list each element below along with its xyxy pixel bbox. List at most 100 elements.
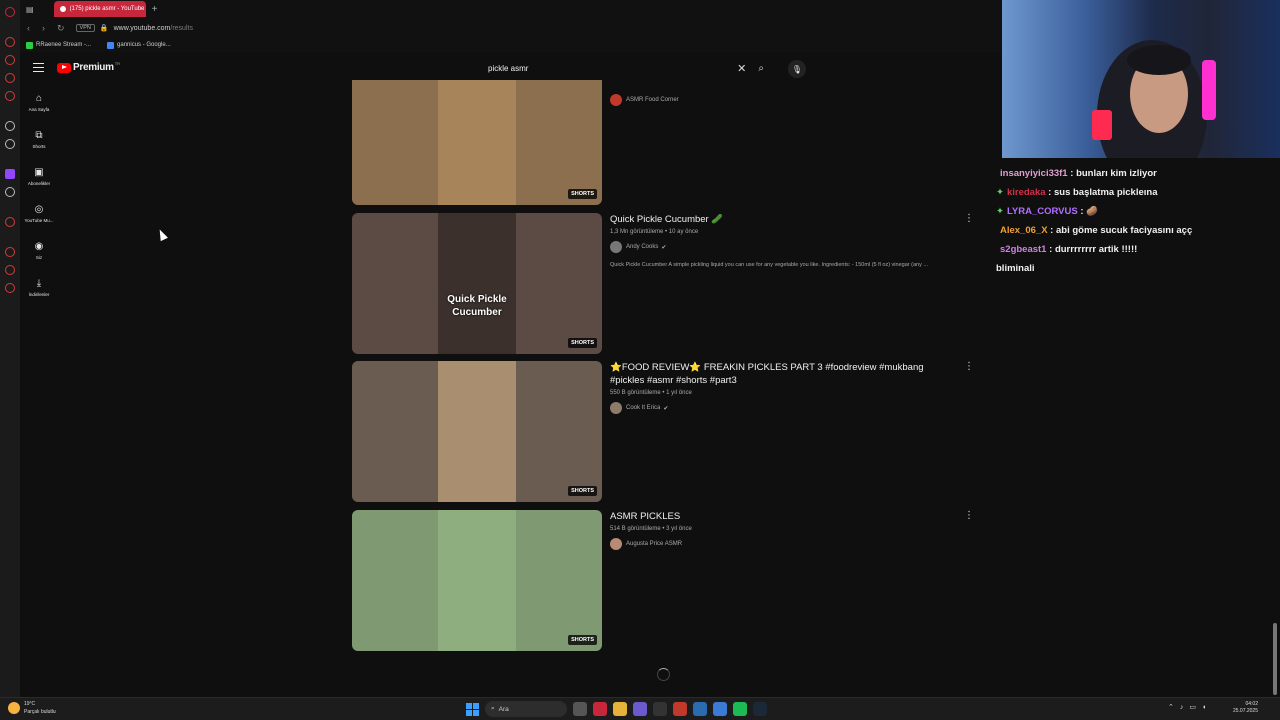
new-tab-button[interactable]: +: [152, 4, 158, 15]
bookmark-favicon-icon: [107, 41, 115, 49]
tab-title: (175) pickle asmr - YouTube: [69, 6, 145, 12]
video-meta: Quick Pickle Cucumber 🥒 1,3 Mn görüntülem…: [610, 213, 960, 268]
chat-username: Alex_06_X: [1000, 225, 1048, 236]
task-view-icon[interactable]: [573, 702, 587, 716]
more-actions-icon[interactable]: ⋮: [964, 510, 974, 521]
twitch-icon[interactable]: [5, 169, 15, 179]
windows-start-icon[interactable]: [466, 702, 479, 716]
sub-badge-icon: ✦: [996, 187, 1004, 198]
menu-icon[interactable]: [33, 63, 44, 72]
chat-username: s2gbeast1: [1000, 244, 1047, 255]
video-result[interactable]: Quick Pickle Cucumber SHORTS Quick Pickle …: [352, 213, 982, 354]
app-icon[interactable]: [713, 702, 727, 716]
reload-icon[interactable]: ↻: [57, 23, 65, 34]
taskbar-search[interactable]: ⌕ Ara: [485, 701, 567, 717]
browser-tab[interactable]: (175) pickle asmr - YouTube: [53, 1, 146, 17]
bookmark-item[interactable]: RRaenee Stream -...: [26, 41, 91, 49]
channel-row[interactable]: ASMR Food Corner: [610, 94, 960, 106]
guide-item[interactable]: ⌂ Ana Sayfa: [20, 84, 58, 121]
more-actions-icon[interactable]: ⋮: [964, 213, 974, 224]
back-icon[interactable]: ‹: [27, 23, 30, 33]
video-thumbnail[interactable]: SHORTS: [352, 361, 602, 502]
url-path[interactable]: /results: [170, 25, 193, 32]
app-icon[interactable]: [693, 702, 707, 716]
search-input[interactable]: pickle asmr: [488, 64, 737, 73]
video-title[interactable]: Quick Pickle Cucumber 🥒: [610, 213, 960, 226]
avatar[interactable]: [610, 402, 622, 414]
guide-item[interactable]: ◎ YouTube Mu...: [20, 195, 58, 232]
chevron-up-icon[interactable]: ⌃: [1168, 703, 1174, 711]
microphone-icon[interactable]: 🎙: [788, 60, 806, 78]
video-thumbnail[interactable]: Quick Pickle Cucumber SHORTS: [352, 213, 602, 354]
channel-name[interactable]: Augusta Price ASMR: [626, 541, 682, 547]
windows-taskbar: 19°C Parçalı bulutlu ⌕ Ara ⌃ ♪ ▭ ◖ 04:02 …: [0, 697, 1280, 720]
youtube-premium-logo[interactable]: Premium TR: [57, 61, 121, 73]
volume-icon[interactable]: ◖: [1202, 704, 1206, 711]
channel-name[interactable]: ASMR Food Corner: [626, 97, 679, 103]
network-icon[interactable]: ▭: [1189, 703, 1196, 711]
avatar[interactable]: [610, 538, 622, 550]
guide-item[interactable]: ⧉ Shorts: [20, 121, 58, 158]
vpn-badge[interactable]: VPN: [75, 24, 95, 32]
app-icon[interactable]: [653, 702, 667, 716]
forward-icon[interactable]: ›: [42, 23, 45, 33]
weather-widget[interactable]: 19°C Parçalı bulutlu: [8, 700, 56, 716]
video-description: Quick Pickle Cucumber A simple pickling …: [610, 262, 928, 268]
opera-taskbar-icon[interactable]: [593, 702, 607, 716]
loading-spinner: [657, 668, 670, 681]
file-explorer-icon[interactable]: [613, 702, 627, 716]
video-stats: 550 B görüntüleme • 1 yıl önce: [610, 390, 692, 396]
search-box[interactable]: pickle asmr ✕ ⌕: [480, 59, 770, 77]
workspace-icon[interactable]: ▤: [26, 5, 34, 14]
steam-icon[interactable]: [753, 702, 767, 716]
video-result[interactable]: SHORTS ASMR PICKLES 514 B görüntüleme • 3 …: [352, 510, 982, 651]
search-icon[interactable]: ⌕: [758, 63, 764, 74]
video-result[interactable]: SHORTS ⭐FOOD REVIEW⭐ FREAKIN PICKLES PART…: [352, 361, 982, 502]
address-bar: ‹ › ↻ VPN 🔒 www.youtube.com/results: [20, 18, 1002, 38]
discord-icon[interactable]: [633, 702, 647, 716]
avatar[interactable]: [610, 241, 622, 253]
guide-item[interactable]: ◉ Siz: [20, 232, 58, 269]
channel-name[interactable]: Andy Cooks: [626, 244, 658, 250]
lock-icon[interactable]: 🔒: [100, 24, 109, 32]
page-scrollbar[interactable]: [1273, 623, 1277, 695]
guide-item[interactable]: ▣ Abonelikler: [20, 158, 58, 195]
guide-item[interactable]: ⤓ İndirilenler: [20, 269, 58, 306]
chat-username: LYRA_CORVUS: [1006, 206, 1078, 217]
video-title[interactable]: ⭐FOOD REVIEW⭐ FREAKIN PICKLES PART 3 #fo…: [610, 361, 960, 387]
taskbar-search-label: Ara: [498, 705, 509, 713]
extensions-icon[interactable]: [5, 265, 15, 275]
channel-row[interactable]: Andy Cooks ✔: [610, 241, 960, 253]
shorts-badge: SHORTS: [568, 635, 597, 645]
sidebar-app-icon[interactable]: [5, 55, 15, 65]
avatar[interactable]: [610, 94, 622, 106]
settings-icon[interactable]: [5, 283, 15, 293]
x-icon[interactable]: [5, 187, 15, 197]
sidebar-app-icon[interactable]: [5, 73, 15, 83]
url-host[interactable]: www.youtube.com: [114, 25, 171, 32]
video-meta: ASMR PICKLES 514 B görüntüleme • 3 yıl ön…: [610, 510, 960, 550]
channel-name[interactable]: Cook It Erica: [626, 405, 660, 411]
app-icon[interactable]: [673, 702, 687, 716]
taskbar-clock[interactable]: 04:02 25.07.2025: [1228, 701, 1258, 715]
chatgpt-icon[interactable]: [5, 139, 15, 149]
channel-row[interactable]: Cook It Erica ✔: [610, 402, 960, 414]
opera-logo-icon[interactable]: [5, 7, 15, 17]
video-thumbnail[interactable]: SHORTS: [352, 80, 602, 205]
sidebar-app-icon[interactable]: [5, 37, 15, 47]
sidebar-app-icon[interactable]: [5, 91, 15, 101]
mic-tray-icon[interactable]: ♪: [1180, 704, 1184, 711]
more-actions-icon[interactable]: ⋮: [964, 361, 974, 372]
channel-row[interactable]: Augusta Price ASMR: [610, 538, 960, 550]
video-result[interactable]: SHORTS ASMR Food Corner: [352, 80, 982, 205]
clear-search-icon[interactable]: ✕: [737, 62, 746, 75]
history-icon[interactable]: [5, 247, 15, 257]
bookmark-item[interactable]: gannicus - Google...: [107, 41, 171, 49]
region-code: TR: [114, 61, 121, 66]
ai-icon[interactable]: [5, 121, 15, 131]
sidebar-app-icon[interactable]: [5, 217, 15, 227]
chat-text: abi göme sucuk faciyasını açç: [1056, 225, 1193, 236]
video-title[interactable]: ASMR PICKLES: [610, 510, 960, 523]
app-icon[interactable]: [733, 702, 747, 716]
video-thumbnail[interactable]: SHORTS: [352, 510, 602, 651]
